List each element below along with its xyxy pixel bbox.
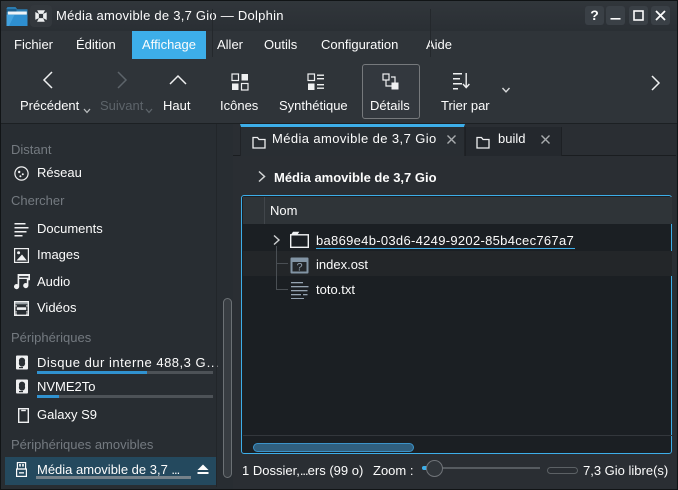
svg-text:?: ? (296, 261, 302, 273)
